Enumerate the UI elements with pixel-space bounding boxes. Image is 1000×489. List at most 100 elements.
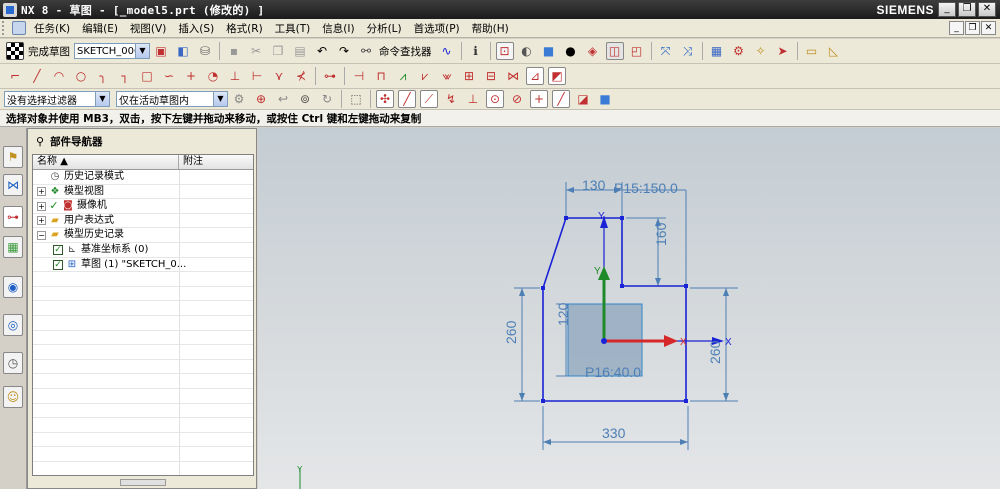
vertex[interactable] [541,286,545,290]
graphics-window[interactable]: 130 P15:150.0 160 260 120 P16:40.0 260 3… [258,128,1000,489]
visibility-checkbox[interactable]: ✓ [53,259,63,270]
section-view-icon[interactable]: ◈ [584,42,602,60]
shaded-cube-icon[interactable]: ■ [540,42,558,60]
ruler-icon[interactable]: ▭ [803,42,821,60]
menu-task[interactable]: 任务(K) [28,21,76,36]
wcs-dynamic-icon[interactable]: ⤨ [679,42,697,60]
sketch-canvas[interactable]: 130 P15:150.0 160 260 120 P16:40.0 260 3… [258,128,1000,489]
finish-sketch-icon[interactable] [6,42,24,60]
pin-icon[interactable]: ⚲ [36,135,44,148]
control-point-icon[interactable]: ↯ [442,90,460,108]
layer-icon[interactable]: ▦ [708,42,726,60]
origin-point[interactable] [601,338,607,344]
circle-icon[interactable]: ○ [72,67,90,85]
curve-rule-icon[interactable]: ↩ [274,90,292,108]
rectangle-select-icon[interactable]: ⬚ [347,90,365,108]
update-model-icon[interactable]: ⛁ [196,42,214,60]
lasso-icon[interactable]: ⊚ [296,90,314,108]
show-hide-icon[interactable]: ➤ [774,42,792,60]
line-icon[interactable]: ╱ [28,67,46,85]
save-icon[interactable]: ▪ [225,42,243,60]
studio-spline-icon[interactable]: ∽ [160,67,178,85]
sketch-name-combo[interactable]: SKETCH_000 ▼ [74,43,150,59]
info-icon[interactable]: ℹ [467,42,485,60]
tree-row[interactable]: ◷ 历史记录模式 [33,170,253,185]
fit-view-icon[interactable]: ⊡ [495,42,514,60]
auto-dimension-icon[interactable]: ⩗ [416,67,434,85]
constraint-icon[interactable]: ⊣ [350,67,368,85]
paste-icon[interactable]: ▤ [291,42,309,60]
navigator-scrollbar[interactable] [32,477,254,488]
hd3d-tools-icon[interactable]: ◉ [3,276,23,298]
tree-row[interactable]: + ✓ ◙ 摄像机 [33,199,253,214]
arc-icon[interactable]: ◠ [50,67,68,85]
vertex[interactable] [541,399,545,403]
reset-filter-icon[interactable]: ⚙ [230,90,248,108]
type-filter-combo[interactable]: 没有选择过滤器 ▼ [4,91,110,107]
expand-toggle-icon[interactable]: + [37,201,46,211]
menu-tools[interactable]: 工具(T) [269,21,317,36]
vertex[interactable] [620,216,624,220]
minimize-button[interactable]: _ [938,2,956,17]
vertex[interactable] [564,216,568,220]
menu-info[interactable]: 信息(I) [316,21,360,36]
dimension-icon[interactable]: ⊶ [321,67,339,85]
profile-tool-icon[interactable]: ⌐ [6,67,24,85]
mid-point-icon[interactable]: ⟋ [420,90,438,108]
reattach-icon[interactable]: ◧ [174,42,192,60]
dim-p16[interactable]: P16:40.0 [585,364,641,380]
orient-sketch-icon[interactable]: ▣ [152,42,170,60]
command-finder-button[interactable]: 命令查找器 [379,44,432,59]
menu-view[interactable]: 视图(V) [124,21,172,36]
drafting-icon[interactable]: ◺ [825,42,843,60]
vertex[interactable] [684,399,688,403]
general-selection-icon[interactable]: ⊕ [252,90,270,108]
relations-icon[interactable]: ⩖ [438,67,456,85]
reuse-library-icon[interactable]: ▦ [3,236,23,258]
undo-icon[interactable]: ↶ [313,42,331,60]
chevron-down-icon[interactable]: ▼ [213,92,227,106]
tree-row[interactable]: − ▰ 模型历史记录 [33,228,253,243]
copy-icon[interactable]: ❐ [269,42,287,60]
dim-120[interactable]: 120 [555,302,571,326]
inferred-constraints-icon[interactable]: ⋈ [504,67,522,85]
expand-toggle-icon[interactable]: + [37,187,46,197]
cube-edges-icon[interactable]: ◰ [628,42,646,60]
visibility-checkbox[interactable]: ✓ [53,244,63,255]
roles-icon[interactable]: ☺ [3,386,23,408]
web-browser-icon[interactable]: ◎ [3,314,23,336]
doc-restore-button[interactable]: ❐ [965,21,980,35]
extend-icon[interactable]: ⊢ [248,67,266,85]
rectangle-icon[interactable]: □ [138,67,156,85]
make-corner-icon[interactable]: ⊀ [292,67,310,85]
point-on-face-icon[interactable]: ◪ [574,90,592,108]
visibility-checkbox[interactable]: ✓ [49,200,59,211]
arc-center-icon[interactable]: ⊙ [486,90,504,108]
chevron-down-icon[interactable]: ▼ [135,44,149,58]
tree-row[interactable]: + ❖ 模型视图 [33,184,253,200]
continuous-auto-dim-icon[interactable]: ⊿ [526,67,544,85]
profile-icon[interactable]: ∿ [438,42,456,60]
menu-insert[interactable]: 插入(S) [172,21,220,36]
chamfer-icon[interactable]: ┐ [116,67,134,85]
menu-help[interactable]: 帮助(H) [466,21,515,36]
sphere-icon[interactable]: ● [562,42,580,60]
render-style-icon[interactable]: ◐ [518,42,536,60]
expand-toggle-icon[interactable]: + [37,216,46,226]
start-icon[interactable] [12,21,26,35]
vertex[interactable] [620,284,624,288]
restore-button[interactable]: ❐ [958,2,976,17]
body-filter-icon[interactable]: ■ [596,90,614,108]
existing-point-icon[interactable]: + [530,90,548,108]
assembly-navigator-icon[interactable]: ⚑ [3,146,23,168]
menu-preferences[interactable]: 首选项(P) [408,21,466,36]
wireframe-cube-icon[interactable]: ◫ [605,42,624,60]
show-constraints-icon[interactable]: ⩘ [394,67,412,85]
snap-point-icon[interactable]: ✣ [376,90,394,108]
column-name[interactable]: 名称 ▲ [33,155,179,169]
corner-icon[interactable]: ⋎ [270,67,288,85]
close-button[interactable]: ✕ [978,2,996,17]
tree-row[interactable]: ✓ ⊾ 基准坐标系 (0) [33,242,253,258]
menu-analysis[interactable]: 分析(L) [361,21,408,36]
dim-260-right[interactable]: 260 [707,340,723,364]
